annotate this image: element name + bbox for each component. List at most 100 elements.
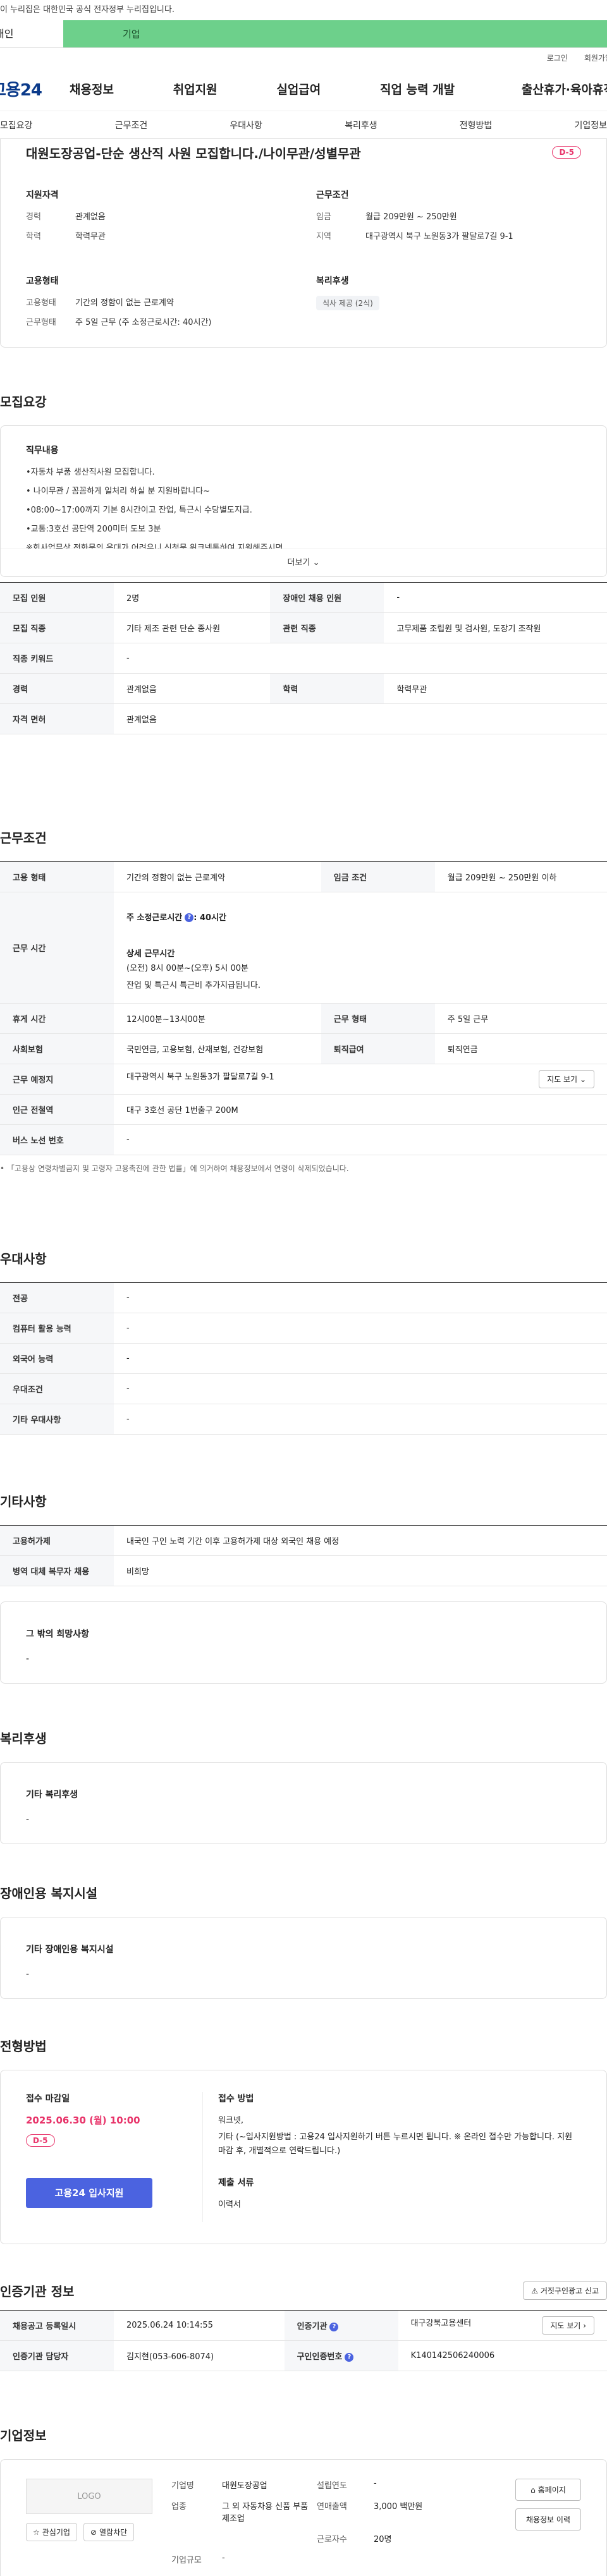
info-key: 설립연도 <box>317 2481 347 2491</box>
table-value: K140142506240006 <box>398 2340 607 2371</box>
favorite-company-button[interactable]: ☆ 관심기업 <box>26 2523 77 2541</box>
summary-heading: 근무조건 <box>316 190 349 200</box>
section-title: 모집요강 <box>0 394 47 410</box>
table-key: 고용 형태 <box>0 861 114 892</box>
dday-badge: D-5 <box>552 146 581 159</box>
agency-map-button[interactable]: 지도 보기 › <box>542 2316 594 2335</box>
table-key: 경력 <box>0 673 114 704</box>
summary-value: 관계없음 <box>75 212 106 222</box>
section-title: 인증기관 정보 <box>0 2284 75 2299</box>
table-row: 근무 시간 주 소정근로시간?: 40시간 상세 근무시간 (오전) 8시 00… <box>0 892 607 1004</box>
box-value: - <box>26 1654 30 1664</box>
info-key: 근로자수 <box>317 2535 347 2544</box>
table-row: 버스 노선 번호 - <box>0 1124 607 1155</box>
gnb-item-employment-support[interactable]: 취업지원 <box>173 80 218 97</box>
summary-heading: 지원자격 <box>26 190 59 200</box>
weekly-hours: 주 소정근로시간?: 40시간 <box>126 911 594 923</box>
more-button[interactable]: 더보기 ⌄ <box>1 549 606 576</box>
join-link[interactable]: 회원가입 <box>584 52 607 63</box>
welfare-badge: 식사 제공 (2식) <box>316 296 379 310</box>
work-section: 근무조건 고용 형태 기간의 정함이 없는 근로계약 임금 조건 월급 209만원 ~… <box>0 828 607 1174</box>
table-row: 경력 관계없음 학력 학력무관 <box>0 673 607 704</box>
more-label: 더보기 <box>287 558 310 568</box>
user-type-tabs: 개인 기업 <box>0 20 607 48</box>
login-link[interactable]: 로그인 <box>547 52 568 63</box>
method-line: 워크넷, <box>218 2116 244 2125</box>
info-value: - <box>222 2553 225 2563</box>
question-icon[interactable]: ? <box>185 913 194 922</box>
anchor-welfare[interactable]: 복리후생 <box>345 119 377 131</box>
anchor-recruit[interactable]: 모집요강 <box>0 119 33 131</box>
table-value: 내국인 구인 노력 기간 이후 고용허가제 대상 외국인 채용 예정 <box>114 1525 607 1556</box>
table-value: 고무제품 조립원 및 검사원, 도장기 조작원 <box>384 612 607 643</box>
gnb-item-unemployment-benefit[interactable]: 실업급여 <box>276 80 321 97</box>
table-key: 외국어 능력 <box>0 1343 114 1374</box>
home-icon: ⌂ <box>530 2486 536 2494</box>
summary-value: 학력무관 <box>75 232 106 241</box>
box-value: - <box>26 1814 30 1825</box>
table-key: 인증기관? <box>284 2310 398 2341</box>
summary-value: 주 5일 근무 (주 소정근로시간: 40시간) <box>75 318 212 327</box>
deadline-date: 2025.06.30 (월) 10:00 <box>26 2115 140 2126</box>
gnb-item-training[interactable]: 직업 능력 개발 <box>380 80 455 97</box>
agency-table: 채용공고 등록일시 2025.06.24 10:14:55 인증기관? 대구강북고용센… <box>0 2310 607 2371</box>
summary-key: 근무형태 <box>26 318 56 327</box>
company-logo-box: LOGO ☆ 관심기업 ⊘ 열람차단 <box>26 2479 152 2566</box>
gnb-item-maternity-leave[interactable]: 출산휴가·육아휴직 <box>522 80 607 97</box>
section-title: 장애인용 복지시설 <box>0 1886 98 1901</box>
gnb-menu: 채용정보 취업지원 실업급여 직업 능력 개발 출산휴가·육아휴직 <box>70 80 607 97</box>
summary-row: 임금 월급 209만원 ~ 250만원 <box>316 210 581 222</box>
section-anchor-nav: 모집요강 근무조건 우대사항 복리후생 전형방법 기업정보 <box>0 111 607 139</box>
company-section: 기업정보 LOGO ☆ 관심기업 ⊘ 열람차단 기업명 대원도장공업 설립연도 - 업종… <box>0 2426 607 2576</box>
table-value: - <box>114 1373 607 1404</box>
table-key: 근무 형태 <box>321 1003 435 1034</box>
anchor-work[interactable]: 근무조건 <box>115 119 148 131</box>
table-key: 전공 <box>0 1282 114 1313</box>
place-value: 대구광역시 북구 노원동3가 팔달로7길 9-1 <box>126 1072 274 1082</box>
apply-method-col: 접수 방법 워크넷, 기타 (~입사지원방법 : 고용24 입사지원하기 버튼 … <box>203 2092 581 2222</box>
info-value: - <box>374 2479 377 2488</box>
summary-key: 지역 <box>316 232 331 241</box>
docs-value: 이력서 <box>218 2200 241 2209</box>
apply-button[interactable]: 고용24 입사지원 <box>26 2178 152 2208</box>
job-history-button[interactable]: 채용정보 이력 <box>515 2508 581 2530</box>
block-view-button[interactable]: ⊘ 열람차단 <box>83 2523 135 2541</box>
site-logo[interactable]: 고용24 <box>0 77 61 100</box>
anchor-company[interactable]: 기업정보 <box>574 119 607 131</box>
table-row: 채용공고 등록일시 2025.06.24 10:14:55 인증기관? 대구강북고용센… <box>0 2310 607 2341</box>
anchor-apply[interactable]: 전형방법 <box>460 119 493 131</box>
table-value: 기간의 정함이 없는 근로계약 <box>114 861 321 892</box>
tab-company[interactable]: 기업 <box>63 20 607 47</box>
box-heading: 기타 장애인용 복지시설 <box>26 1945 114 1955</box>
company-card: LOGO ☆ 관심기업 ⊘ 열람차단 기업명 대원도장공업 설립연도 - 업종 그 외 자… <box>0 2459 607 2576</box>
table-key: 인근 전철역 <box>0 1094 114 1125</box>
table-key: 컴퓨터 활용 능력 <box>0 1313 114 1344</box>
table-value: 12시00분~13시00분 <box>114 1003 321 1034</box>
disability-box: 기타 장애인용 복지시설 - <box>0 1917 607 1999</box>
table-key: 임금 조건 <box>321 861 435 892</box>
question-icon[interactable]: ? <box>345 2352 354 2362</box>
docs-heading: 제출 서류 <box>218 2178 254 2188</box>
anchor-pref[interactable]: 우대사항 <box>230 119 262 131</box>
box-heading: 그 밖의 희망사항 <box>26 1629 89 1639</box>
homepage-button[interactable]: ⌂ 홈페이지 <box>515 2479 581 2501</box>
chevron-down-icon: ⌄ <box>579 1075 586 1084</box>
desc-line: •교통:3호선 공단역 200미터 도보 3분 <box>26 525 161 534</box>
table-value: - <box>384 582 607 613</box>
report-fake-ad-button[interactable]: ⚠ 거짓구인광고 신고 <box>523 2281 607 2300</box>
gnb-item-jobs[interactable]: 채용정보 <box>70 80 114 97</box>
map-button[interactable]: 지도 보기 ⌄ <box>539 1070 594 1088</box>
apply-section: 전형방법 접수 마감일 2025.06.30 (월) 10:00 D-5 고용2… <box>0 2036 607 2244</box>
summary-value: 월급 209만원 ~ 250만원 <box>365 212 457 222</box>
job-description-card: 직무내용 •자동차 부품 생산직사원 모집합니다. • 나이무관 / 꼼꼼하게 … <box>0 425 607 577</box>
table-row: 모집 직종 기타 제조 관련 단순 종사원 관련 직종 고무제품 조립원 및 검사원,… <box>0 612 607 643</box>
table-value: 국민연금, 고용보험, 산재보험, 건강보험 <box>114 1033 321 1064</box>
table-value: 관계없음 <box>114 703 607 734</box>
info-value: 대원도장공업 <box>222 2481 267 2491</box>
summary-row: 근무형태 주 5일 근무 (주 소정근로시간: 40시간) <box>26 315 291 327</box>
desc-line: • 나이무관 / 꼼꼼하게 일처리 하실 분 지원바랍니다~ <box>26 487 211 496</box>
tab-personal[interactable]: 개인 <box>0 20 58 47</box>
question-icon[interactable]: ? <box>329 2322 339 2331</box>
etc-section: 기타사항 고용허가제 내국인 구인 노력 기간 이후 고용허가제 대상 외국인 채… <box>0 1492 607 1684</box>
report-label: 거짓구인광고 신고 <box>540 2287 599 2295</box>
